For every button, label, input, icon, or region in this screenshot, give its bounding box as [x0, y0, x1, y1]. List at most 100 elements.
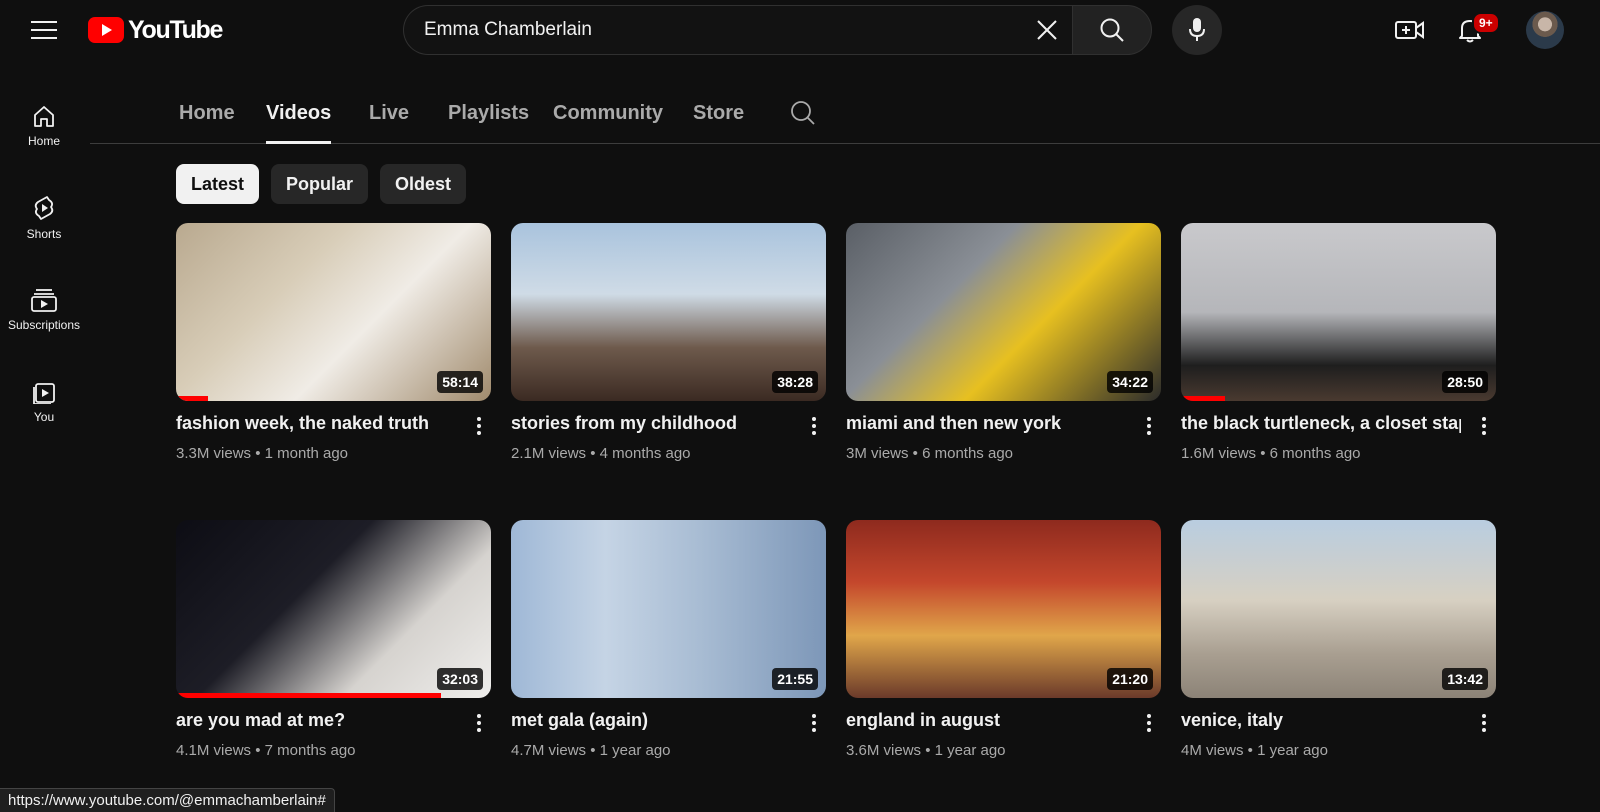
meta-separator: •: [251, 742, 265, 759]
video-title[interactable]: the black turtleneck, a closet staple: [1181, 413, 1461, 434]
youtube-logo[interactable]: YouTube: [88, 14, 223, 46]
shorts-icon: [34, 196, 54, 220]
notifications-button[interactable]: 9+: [1450, 12, 1500, 48]
more-vertical-icon: [1147, 417, 1151, 435]
sidebar-item-subscriptions[interactable]: Subscriptions: [0, 264, 88, 356]
sidebar-item-label: Shorts: [26, 227, 62, 241]
guide-rail: Home Shorts Subscriptions You: [0, 80, 88, 448]
microphone-icon: [1189, 18, 1205, 41]
video-more-actions-button[interactable]: [467, 709, 491, 737]
video-thumbnail[interactable]: 21:20: [846, 520, 1161, 698]
watch-progress-bar: [176, 396, 208, 401]
view-count: 1.6M views: [1181, 445, 1257, 462]
video-more-actions-button[interactable]: [1472, 709, 1496, 737]
video-metadata: 1.6M views • 6 months ago: [1181, 445, 1361, 462]
more-vertical-icon: [1482, 714, 1486, 732]
close-icon: [1037, 20, 1057, 40]
video-more-actions-button[interactable]: [1472, 412, 1496, 440]
more-vertical-icon: [1147, 714, 1151, 732]
view-count: 3.6M views: [846, 742, 922, 759]
youtube-app: YouTube Emma Chamberlain 9+ Home Shorts …: [0, 0, 1600, 812]
sidebar-item-home[interactable]: Home: [0, 80, 88, 172]
upload-age: 1 year ago: [599, 742, 671, 759]
more-vertical-icon: [812, 714, 816, 732]
video-duration-badge: 32:03: [437, 668, 483, 690]
video-card[interactable]: 21:55 met gala (again) 4.7M views • 1 year…: [511, 520, 826, 786]
video-title[interactable]: fashion week, the naked truth: [176, 413, 456, 434]
video-more-actions-button[interactable]: [1137, 709, 1161, 737]
tab-community[interactable]: Community: [553, 102, 663, 144]
search-icon: [791, 101, 815, 125]
channel-tabs: Home Videos Live Playlists Community Sto…: [90, 90, 1600, 144]
video-metadata: 4.1M views • 7 months ago: [176, 742, 356, 759]
video-thumbnail[interactable]: 58:14: [176, 223, 491, 401]
video-duration-badge: 38:28: [772, 371, 818, 393]
video-thumbnail[interactable]: 32:03: [176, 520, 491, 698]
meta-separator: •: [251, 445, 265, 462]
video-camera-add-icon: [1395, 21, 1424, 39]
video-title[interactable]: are you mad at me?: [176, 710, 456, 731]
search-input[interactable]: [404, 6, 1022, 54]
video-title[interactable]: met gala (again): [511, 710, 791, 731]
video-card[interactable]: 34:22 miami and then new york 3M views • 6…: [846, 223, 1161, 489]
create-button[interactable]: [1390, 12, 1430, 48]
meta-separator: •: [586, 445, 600, 462]
upload-age: 4 months ago: [599, 445, 691, 462]
sidebar-item-label: Home: [27, 134, 60, 148]
tab-videos[interactable]: Videos: [266, 102, 332, 144]
video-thumbnail[interactable]: 38:28: [511, 223, 826, 401]
youtube-play-icon: [88, 17, 124, 43]
video-thumbnail[interactable]: 28:50: [1181, 223, 1496, 401]
video-duration-badge: 34:22: [1107, 371, 1153, 393]
video-more-actions-button[interactable]: [802, 709, 826, 737]
video-metadata: 4M views • 1 year ago: [1181, 742, 1328, 759]
search-button[interactable]: [1072, 5, 1152, 55]
view-count: 4M views: [1181, 742, 1244, 759]
video-thumbnail[interactable]: 21:55: [511, 520, 826, 698]
meta-separator: •: [921, 742, 935, 759]
video-thumbnail[interactable]: 13:42: [1181, 520, 1496, 698]
upload-age: 6 months ago: [922, 445, 1014, 462]
menu-button[interactable]: [26, 12, 62, 48]
view-count: 2.1M views: [511, 445, 587, 462]
video-card[interactable]: 21:20 england in august 3.6M views • 1 yea…: [846, 520, 1161, 786]
video-title[interactable]: stories from my childhood: [511, 413, 791, 434]
watch-progress-bar: [1181, 396, 1226, 401]
video-title[interactable]: venice, italy: [1181, 710, 1461, 731]
video-metadata: 3.6M views • 1 year ago: [846, 742, 1006, 759]
watch-progress-bar: [176, 693, 441, 698]
account-avatar[interactable]: [1526, 11, 1564, 49]
video-card[interactable]: 28:50 the black turtleneck, a closet stap…: [1181, 223, 1496, 489]
video-more-actions-button[interactable]: [1137, 412, 1161, 440]
sidebar-item-shorts[interactable]: Shorts: [0, 172, 88, 264]
video-card[interactable]: 38:28 stories from my childhood 2.1M views…: [511, 223, 826, 489]
video-more-actions-button[interactable]: [467, 412, 491, 440]
upload-age: 6 months ago: [1269, 445, 1361, 462]
video-title[interactable]: miami and then new york: [846, 413, 1126, 434]
video-thumbnail[interactable]: 34:22: [846, 223, 1161, 401]
chip-latest[interactable]: Latest: [176, 164, 260, 204]
sidebar-item-you[interactable]: You: [0, 356, 88, 448]
video-more-actions-button[interactable]: [802, 412, 826, 440]
view-count: 4.1M views: [176, 742, 252, 759]
you-icon: [33, 383, 55, 404]
video-duration-badge: 58:14: [437, 371, 483, 393]
chip-oldest[interactable]: Oldest: [380, 164, 467, 204]
video-card[interactable]: 32:03 are you mad at me? 4.1M views • 7 mo…: [176, 520, 491, 786]
video-metadata: 3M views • 6 months ago: [846, 445, 1013, 462]
chip-popular[interactable]: Popular: [271, 164, 369, 204]
video-title[interactable]: england in august: [846, 710, 1126, 731]
video-card[interactable]: 13:42 venice, italy 4M views • 1 year ago: [1181, 520, 1496, 786]
video-duration-badge: 21:55: [772, 668, 818, 690]
channel-search-button[interactable]: [790, 100, 820, 130]
view-count: 3M views: [846, 445, 909, 462]
tab-playlists[interactable]: Playlists: [448, 102, 529, 144]
clear-search-button[interactable]: [1022, 6, 1072, 54]
voice-search-button[interactable]: [1172, 5, 1222, 55]
upload-age: 1 year ago: [934, 742, 1006, 759]
tab-live[interactable]: Live: [369, 102, 409, 144]
video-card[interactable]: 58:14 fashion week, the naked truth 3.3M v…: [176, 223, 491, 489]
more-vertical-icon: [812, 417, 816, 435]
tab-home[interactable]: Home: [179, 102, 235, 144]
tab-store[interactable]: Store: [693, 102, 744, 144]
